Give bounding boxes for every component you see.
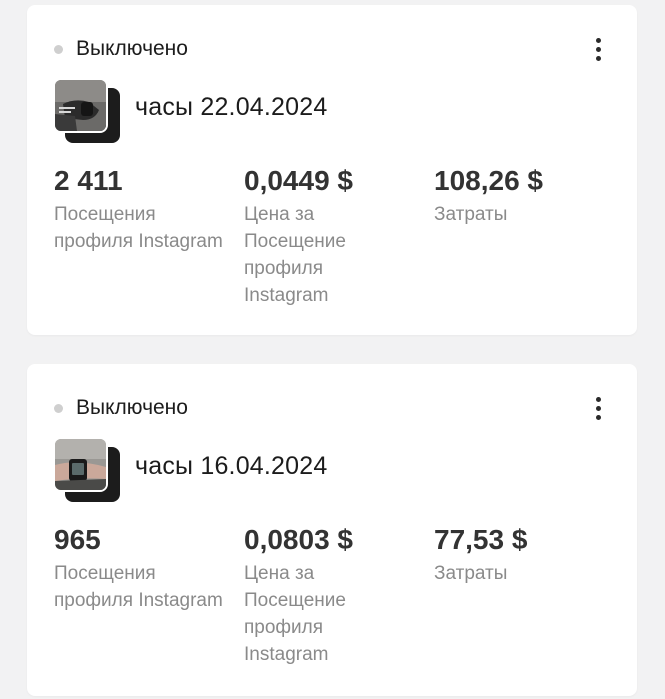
more-options-button[interactable] [589, 33, 607, 65]
metric-spend: 77,53 $ Затраты [434, 521, 604, 587]
status-dot-icon [54, 403, 63, 413]
campaign-card[interactable]: Выключено часы 16.04.2024 965 Посещения … [27, 364, 637, 696]
status-label: Выключено [76, 396, 188, 419]
metric-label: Затраты [434, 563, 508, 584]
metric-label: Цена за Посещение профиля Instagram [244, 204, 346, 306]
ad-thumbnail[interactable] [53, 437, 123, 507]
metric-value: 0,0803 $ [244, 524, 353, 555]
more-vertical-icon [595, 37, 601, 43]
status-indicator: Выключено [54, 394, 188, 422]
more-options-button[interactable] [589, 392, 607, 424]
metric-label: Посещения профиля Instagram [54, 204, 223, 252]
metric-profile-visits: 2 411 Посещения профиля Instagram [54, 162, 224, 255]
status-dot-icon [54, 44, 63, 54]
metric-value: 108,26 $ [434, 165, 543, 196]
campaign-name[interactable]: часы 22.04.2024 [135, 93, 327, 122]
metric-value: 965 [54, 524, 101, 555]
metric-label: Посещения профиля Instagram [54, 563, 223, 611]
more-vertical-icon [595, 396, 601, 402]
metric-label: Цена за Посещение профиля Instagram [244, 563, 346, 665]
status-indicator: Выключено [54, 35, 188, 63]
metric-cost-per-visit: 0,0803 $ Цена за Посещение профиля Insta… [244, 521, 394, 668]
metric-spend: 108,26 $ Затраты [434, 162, 604, 228]
campaign-card[interactable]: Выключено часы 22.04.2024 2 411 Посещени… [27, 5, 637, 335]
metric-value: 77,53 $ [434, 524, 528, 555]
metric-profile-visits: 965 Посещения профиля Instagram [54, 521, 224, 614]
ad-thumbnail[interactable] [53, 78, 123, 148]
metric-value: 2 411 [54, 165, 123, 196]
thumbnail-image [53, 437, 108, 492]
campaign-name[interactable]: часы 16.04.2024 [135, 452, 327, 481]
metric-label: Затраты [434, 204, 508, 225]
thumbnail-image [53, 78, 108, 133]
status-label: Выключено [76, 37, 188, 60]
metric-cost-per-visit: 0,0449 $ Цена за Посещение профиля Insta… [244, 162, 394, 309]
metric-value: 0,0449 $ [244, 165, 353, 196]
